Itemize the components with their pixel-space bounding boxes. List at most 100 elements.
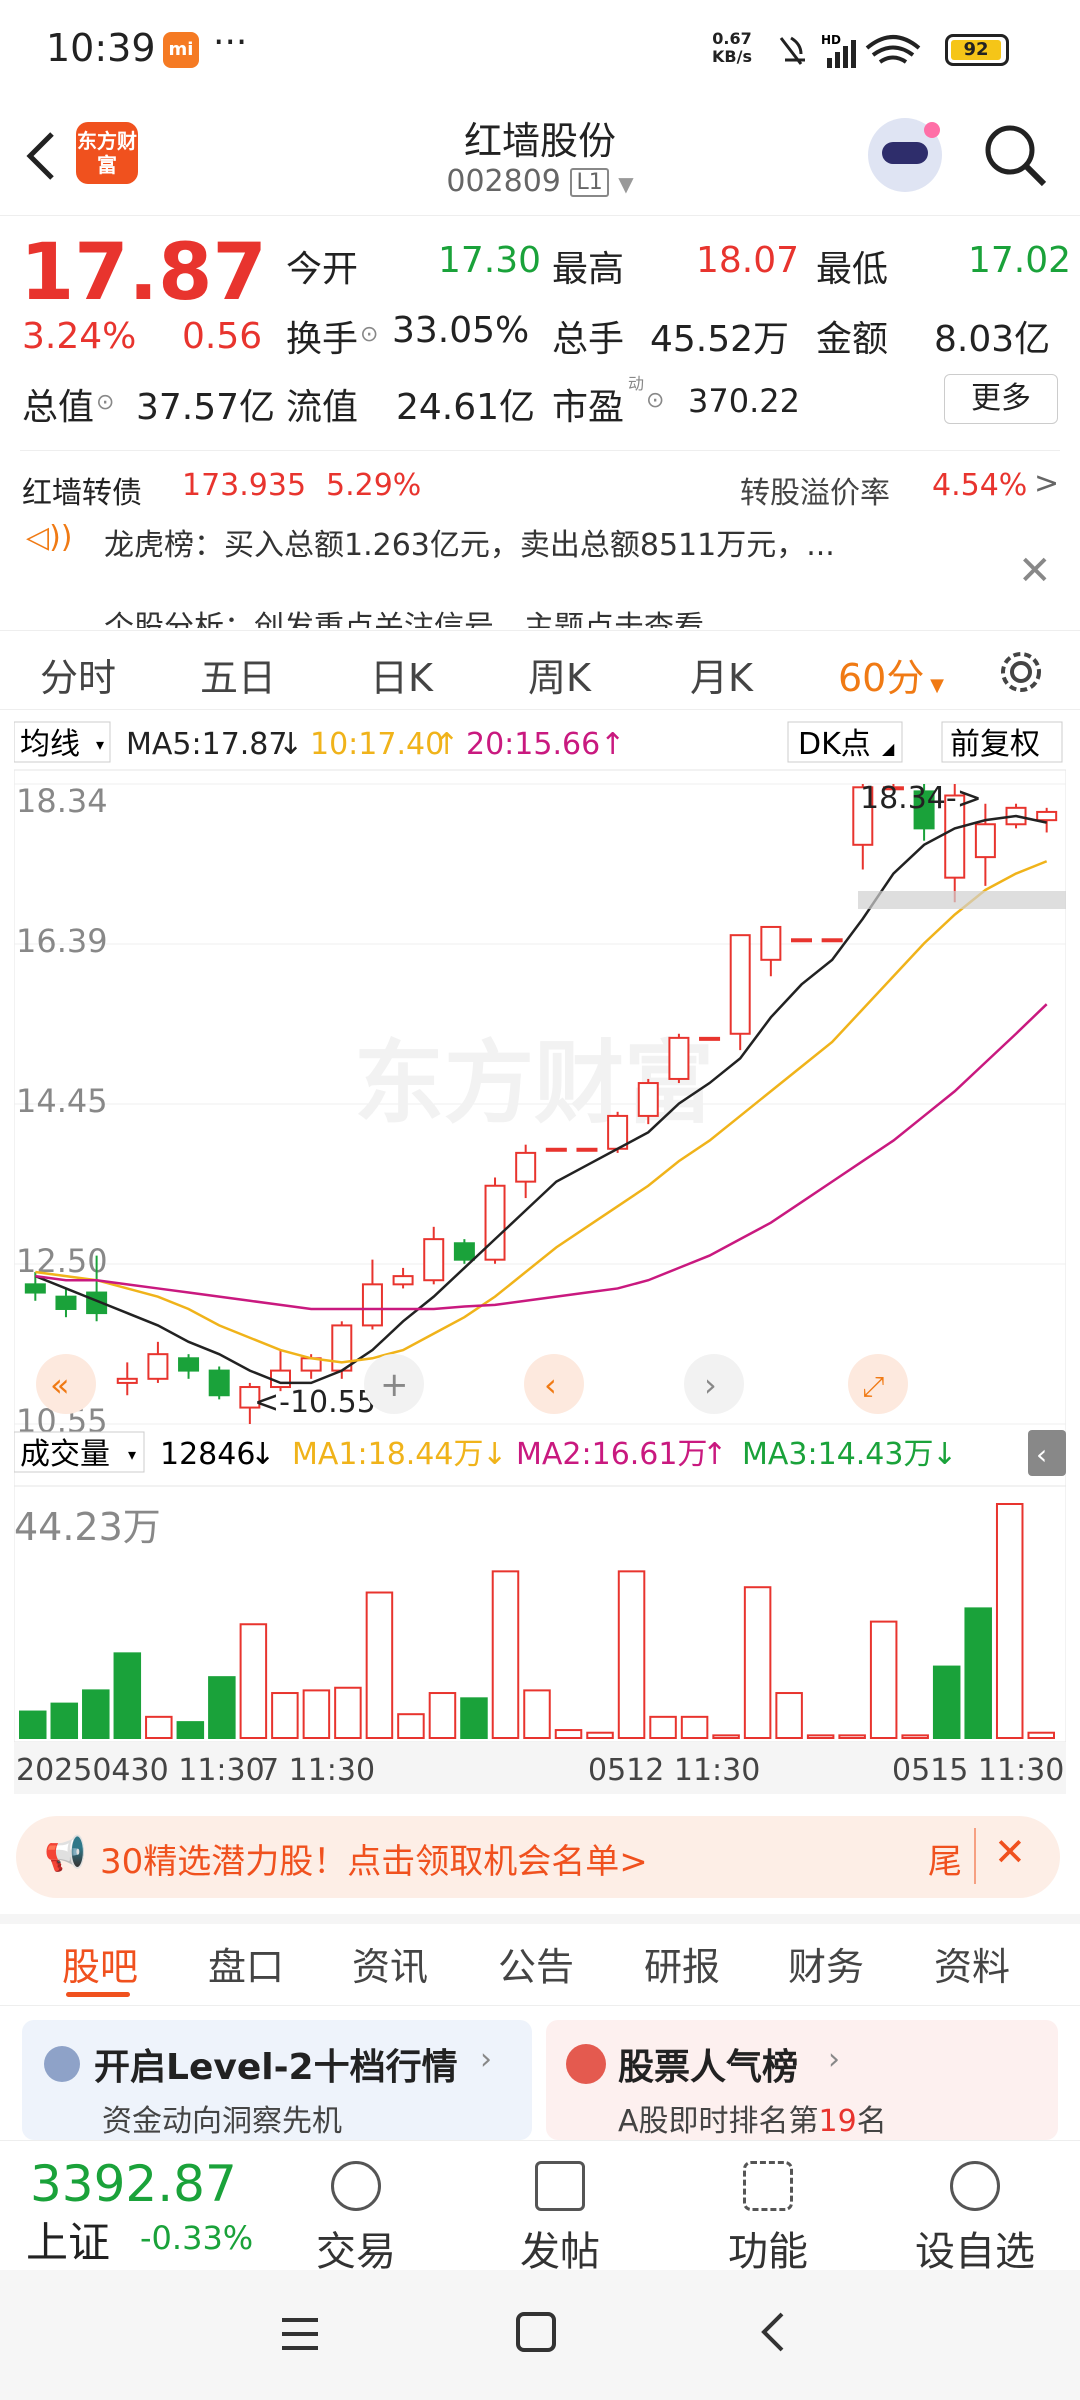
vol-ma3: MA3:14.43万 (742, 1437, 933, 1472)
net-speed-unit: KB/s (712, 47, 752, 66)
index-value[interactable]: 3392.87 (30, 2155, 237, 2213)
pe-label: 市盈 (552, 387, 625, 428)
home-icon[interactable] (514, 2310, 558, 2354)
volume-bar (239, 1623, 268, 1739)
tab-month-k[interactable]: 月K (690, 647, 753, 702)
speaker-icon: ◁)) (26, 520, 73, 555)
volume-bar (334, 1686, 362, 1739)
candle-body (453, 1242, 475, 1261)
high-annotation: 18.34-> (860, 781, 982, 816)
promo-text: 30精选潜力股！点击领取机会名单> (100, 1842, 648, 1882)
tab-finance[interactable]: 财务 (788, 1936, 864, 1991)
kline-chart[interactable]: 均线 ▾ MA5:17.87 ↓ 10:17.40 ↑ 20:15.66 ↑ D… (14, 714, 1066, 1794)
candle-body (55, 1295, 77, 1310)
clock: 10:39 (46, 26, 156, 70)
volume-bar (680, 1715, 709, 1739)
volume-bar (113, 1652, 142, 1739)
more-button[interactable]: 更多 (944, 374, 1058, 424)
vol-ma1: MA1:18.44万 (292, 1437, 483, 1472)
tab-timeshare[interactable]: 分时 (40, 647, 116, 702)
bond-name[interactable]: 红墙转债 (22, 468, 142, 512)
premium-value: 4.54% (932, 468, 1028, 503)
volume-bar (964, 1607, 992, 1739)
post-label: 发帖 (520, 2229, 600, 2275)
volume-bar (523, 1689, 551, 1739)
volume-bar (271, 1692, 299, 1739)
mktcap-value: 37.57亿 (136, 387, 276, 428)
back-icon[interactable] (752, 2310, 796, 2354)
promo-banner[interactable]: 📢 30精选潜力股！点击领取机会名单> 尾 ✕ (16, 1816, 1060, 1898)
popularity-sub-pre: A股即时排名第 (618, 2104, 819, 2139)
level2-card[interactable]: 开启Level-2十档行情 › 资金动向洞察先机 (22, 2020, 532, 2140)
y-tick-label: 18.34 (16, 782, 108, 820)
open-label: 今开 (286, 249, 359, 290)
tab-guba[interactable]: 股吧 (62, 1936, 138, 1991)
info-icon[interactable]: ⊙ (96, 390, 114, 415)
turnover-value: 33.05% (392, 310, 530, 351)
mktcap-label: 总值 (22, 387, 95, 428)
ranking-icon (566, 2044, 606, 2084)
level-badge: L1 (570, 168, 609, 197)
tab-five-day[interactable]: 五日 (200, 647, 276, 702)
candle-body (760, 925, 782, 961)
premium-label: 转股溢价率 (740, 476, 890, 511)
post-button[interactable]: 发帖 (500, 2161, 620, 2277)
candle-body (484, 1184, 506, 1261)
low-annotation: <-10.55 (254, 1385, 376, 1420)
tab-week-k[interactable]: 周K (528, 647, 591, 702)
status-bar: 10:39 mi ··· 0.67 KB/s HD 92 (0, 0, 1080, 100)
volume-bar (50, 1702, 79, 1739)
tab-news[interactable]: 资讯 (352, 1936, 428, 1991)
volume-label: 总手 (552, 319, 625, 360)
time-label-1: 20250430 11:30 (16, 1753, 265, 1788)
stock-header: 东方财富 红墙股份 002809 L1 ▼ (0, 100, 1080, 216)
gear-icon[interactable] (996, 647, 1046, 697)
close-icon[interactable]: ✕ (1018, 548, 1052, 594)
high-value: 18.07 (696, 240, 800, 281)
volume-bar (208, 1676, 236, 1739)
volume-bar (775, 1692, 803, 1739)
pe-value: 370.22 (688, 382, 800, 420)
candle-body (668, 1036, 690, 1080)
volume-bar (649, 1715, 677, 1739)
info-icon[interactable]: ⊙ (360, 322, 378, 347)
signal-wifi-icons: HD (779, 33, 921, 68)
info-icon[interactable]: ⊙ (646, 388, 664, 413)
dk-label: DK点 (798, 727, 871, 762)
tab-day-k[interactable]: 日K (370, 647, 433, 702)
caret-down-icon: ▾ (96, 735, 104, 754)
assistant-avatar-icon[interactable] (868, 118, 942, 192)
news-ticker[interactable]: ◁)) 龙虎榜：买入总额1.263亿元，卖出总额8511万元，... 个股分析：… (0, 520, 1080, 628)
tab-60min[interactable]: 60分 ▼ (838, 647, 944, 702)
functions-button[interactable]: 功能 (708, 2161, 828, 2277)
y-tick-label: 14.45 (16, 1082, 108, 1120)
functions-label: 功能 (728, 2229, 808, 2275)
popularity-card[interactable]: 股票人气榜 › A股即时排名第19名 (546, 2020, 1058, 2140)
volume-bar (901, 1734, 929, 1739)
adjust-label: 前复权 (950, 727, 1040, 762)
candle-body (545, 1147, 567, 1152)
float-label: 流值 (286, 387, 359, 428)
add-watchlist-button[interactable]: 设自选 (910, 2161, 1040, 2277)
tab-research[interactable]: 研报 (644, 1936, 720, 1991)
search-icon[interactable] (980, 120, 1050, 190)
tab-profile[interactable]: 资料 (934, 1936, 1010, 1991)
volume-bar (491, 1570, 520, 1739)
battery-icon: 92 (945, 34, 1009, 66)
open-value: 17.30 (438, 240, 542, 281)
low-value: 17.02 (968, 240, 1072, 281)
time-label-2: 7 11:30 (260, 1753, 375, 1788)
candle-body (178, 1357, 200, 1372)
net-speed-value: 0.67 (712, 29, 752, 48)
change-pct: 3.24% (22, 316, 137, 357)
menu-icon[interactable] (278, 2312, 322, 2356)
tab-announcements[interactable]: 公告 (498, 1936, 574, 1991)
tab-pankou[interactable]: 盘口 (208, 1936, 284, 1991)
trade-button[interactable]: 交易 (296, 2161, 416, 2277)
candle-body (331, 1324, 353, 1372)
chevron-right-icon[interactable]: > (1034, 466, 1059, 501)
close-icon[interactable]: ✕ (994, 1830, 1026, 1874)
level2-icon (44, 2046, 80, 2082)
index-name[interactable]: 上证 (26, 2209, 110, 2270)
caret-down-icon: ▾ (128, 1445, 136, 1464)
